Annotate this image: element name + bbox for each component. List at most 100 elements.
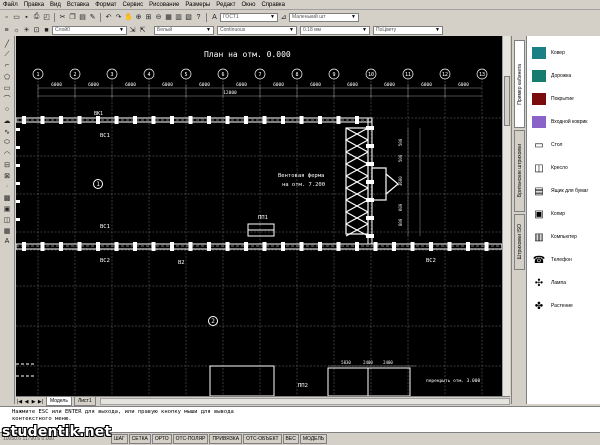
- dimension-text: 6000: [236, 82, 247, 88]
- menu-item-6[interactable]: Рисование: [146, 0, 182, 10]
- palette-item[interactable]: Дорожка: [527, 65, 600, 87]
- vertical-scrollbar[interactable]: [502, 36, 510, 396]
- table-tool-icon[interactable]: ▦: [2, 226, 12, 235]
- circle-icon[interactable]: ○: [2, 105, 12, 114]
- menu-item-9[interactable]: Окно: [238, 0, 258, 10]
- menu-item-0[interactable]: Файл: [0, 0, 21, 10]
- make-block-icon[interactable]: ⊠: [2, 171, 12, 180]
- menu-item-5[interactable]: Сервис: [120, 0, 147, 10]
- bulb-icon[interactable]: ☼: [12, 26, 21, 35]
- menu-item-4[interactable]: Формат: [92, 0, 119, 10]
- text-style-combo[interactable]: Маленький шт ▼: [289, 12, 359, 22]
- ellipse-icon[interactable]: ⬭: [2, 138, 12, 147]
- color-combo[interactable]: Белый ▼: [154, 25, 214, 35]
- zoom-realtime-icon[interactable]: ⊕: [134, 13, 143, 22]
- insert-block-icon[interactable]: ⊟: [2, 160, 12, 169]
- status-toggle-6[interactable]: ВЕС: [282, 434, 299, 444]
- open-icon[interactable]: ▭: [12, 13, 21, 22]
- ellipse-arc-icon[interactable]: ◠: [2, 149, 12, 158]
- lineweight-combo[interactable]: 0.18 мм ▼: [300, 25, 370, 35]
- scroll-thumb[interactable]: [504, 76, 510, 126]
- palette-item[interactable]: ▤ Ящик для бумаг: [527, 180, 600, 202]
- point-icon[interactable]: ·: [2, 182, 12, 191]
- dim-style-combo[interactable]: ГОСТ1 ▼: [220, 12, 278, 22]
- make-current-icon[interactable]: ⇲: [128, 26, 137, 35]
- palette-item[interactable]: Входной коврик: [527, 111, 600, 133]
- menu-item-1[interactable]: Правка: [21, 0, 47, 10]
- status-toggle-4[interactable]: ПРИВЯЗКА: [209, 434, 243, 444]
- column: [225, 242, 230, 251]
- status-toggle-0[interactable]: ШАГ: [111, 434, 128, 444]
- palette-item[interactable]: Покрытие: [527, 88, 600, 110]
- tab-office-sample[interactable]: Пример кабинета: [514, 40, 525, 128]
- gradient-icon[interactable]: ▣: [2, 204, 12, 213]
- save-icon[interactable]: ▪: [22, 13, 31, 22]
- palette-item[interactable]: ◫ Кресло: [527, 157, 600, 179]
- menu-item-10[interactable]: Справка: [258, 0, 288, 10]
- zoom-previous-icon[interactable]: ⊖: [154, 13, 163, 22]
- zoom-window-icon[interactable]: ⊞: [144, 13, 153, 22]
- menu-item-2[interactable]: Вид: [47, 0, 64, 10]
- help-icon[interactable]: ?: [194, 13, 203, 22]
- line-icon[interactable]: ╱: [2, 39, 12, 48]
- lock-icon[interactable]: ⊡: [32, 26, 41, 35]
- tab-iso-hatches[interactable]: Штриховки ISO: [514, 214, 525, 270]
- paste-icon[interactable]: ▤: [78, 13, 87, 22]
- prev-tab-icon[interactable]: ◀: [23, 399, 30, 405]
- properties-icon[interactable]: ▦: [164, 13, 173, 22]
- layer-previous-icon[interactable]: ⇱: [138, 26, 147, 35]
- first-tab-icon[interactable]: |◀: [16, 399, 23, 405]
- preview-icon[interactable]: ◰: [42, 13, 51, 22]
- match-properties-icon[interactable]: ✎: [88, 13, 97, 22]
- menu-item-3[interactable]: Вставка: [64, 0, 92, 10]
- tab-british-hatches[interactable]: Британские штриховки: [514, 130, 525, 212]
- polyline-icon[interactable]: ⌐: [2, 61, 12, 70]
- tab-layout[interactable]: Лист1: [73, 397, 96, 406]
- arc-icon[interactable]: ⌒: [2, 94, 12, 103]
- linetype-combo[interactable]: Continuous ▼: [217, 25, 297, 35]
- palette-item[interactable]: ▭ Стол: [527, 134, 600, 156]
- rectangle-icon[interactable]: ▭: [2, 83, 12, 92]
- cut-icon[interactable]: ✂: [58, 13, 67, 22]
- palette-item[interactable]: ▥ Компьютер: [527, 226, 600, 248]
- revision-cloud-icon[interactable]: ☁: [2, 116, 12, 125]
- copy-icon[interactable]: ❐: [68, 13, 77, 22]
- last-tab-icon[interactable]: ▶|: [37, 399, 44, 405]
- horizontal-scrollbar[interactable]: [99, 398, 510, 405]
- new-file-icon[interactable]: ▫: [2, 13, 11, 22]
- tag-bs1-mid: ВС1: [100, 224, 110, 230]
- region-icon[interactable]: ◫: [2, 215, 12, 224]
- palette-item[interactable]: ▣ Копир: [527, 203, 600, 225]
- column: [207, 242, 211, 251]
- tab-model[interactable]: Модель: [46, 397, 72, 406]
- menu-item-8[interactable]: Редакт: [213, 0, 238, 10]
- plotstyle-combo[interactable]: ПоЦвету ▼: [373, 25, 443, 35]
- status-toggle-3[interactable]: ОТС-ПОЛЯР: [172, 434, 209, 444]
- design-center-icon[interactable]: ▥: [174, 13, 183, 22]
- palette-item[interactable]: ✤ Растение: [527, 295, 600, 317]
- sun-icon[interactable]: ☀: [22, 26, 31, 35]
- status-toggle-5[interactable]: ОТС-ОБЪЕКТ: [243, 434, 282, 444]
- print-icon[interactable]: ⎙: [32, 13, 41, 22]
- palette-item[interactable]: Ковер: [527, 42, 600, 64]
- palette-item[interactable]: ✣ Лампа: [527, 272, 600, 294]
- status-toggle-1[interactable]: СЕТКА: [128, 434, 151, 444]
- hatch-icon[interactable]: ▩: [2, 193, 12, 202]
- drawing-canvas[interactable]: 1 2 3 4 5 6 7 8 9 10 11 12 13 6000 6000 6000 6000 6000 60…: [16, 36, 502, 396]
- next-tab-icon[interactable]: ▶: [30, 399, 37, 405]
- palette-item[interactable]: ☎ Телефон: [527, 249, 600, 271]
- undo-icon[interactable]: ↶: [104, 13, 113, 22]
- tool-palettes-icon[interactable]: ▧: [184, 13, 193, 22]
- polygon-icon[interactable]: ⬠: [2, 72, 12, 81]
- layer-manager-icon[interactable]: ≡: [2, 26, 11, 35]
- status-toggle-7[interactable]: МОДЕЛЬ: [299, 434, 328, 444]
- pan-icon[interactable]: ✋: [124, 13, 133, 22]
- layer-combo[interactable]: Слой0 ▼: [52, 25, 127, 35]
- multiline-text-icon[interactable]: A: [2, 237, 12, 246]
- status-toggle-2[interactable]: ОРТО: [151, 434, 172, 444]
- menu-item-7[interactable]: Размеры: [182, 0, 213, 10]
- computer-icon: ▥: [534, 231, 544, 243]
- redo-icon[interactable]: ↷: [114, 13, 123, 22]
- spline-icon[interactable]: ∿: [2, 127, 12, 136]
- construction-line-icon[interactable]: ⟋: [2, 50, 12, 59]
